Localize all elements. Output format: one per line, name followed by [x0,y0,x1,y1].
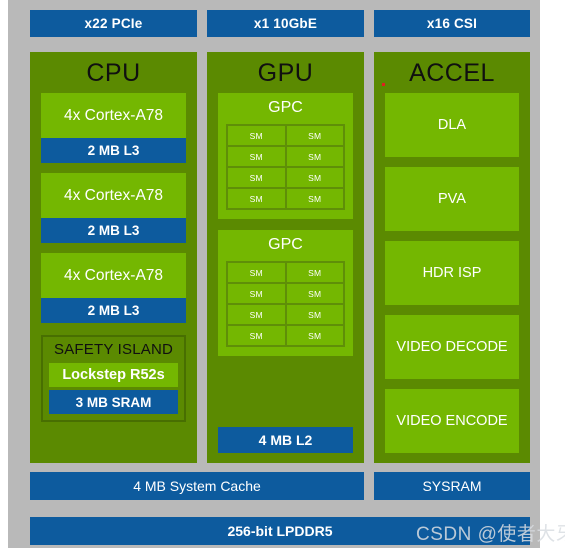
gpu-column: GPU GPC SM SM SM SM SM SM SM SM GPC SM S… [207,52,364,463]
sm-unit: SM [228,189,285,209]
cpu-l3-cache: 2 MB L3 [41,138,186,164]
cache-row: 4 MB System Cache SYSRAM [30,472,530,500]
accel-column: ACCEL DLA PVA HDR ISP VIDEO DECODE VIDEO… [374,52,530,463]
gpu-body: GPC SM SM SM SM SM SM SM SM GPC SM SM SM… [207,93,364,463]
safety-island-block: SAFETY ISLAND Lockstep R52s 3 MB SRAM [41,335,186,423]
sm-grid: SM SM SM SM SM SM SM SM [226,124,345,211]
red-dot-marker [382,83,385,86]
gpu-gpc-block: GPC SM SM SM SM SM SM SM SM [218,230,353,357]
accel-block-video-decode: VIDEO DECODE [385,315,519,380]
accel-block-hdr-isp: HDR ISP [385,241,519,306]
cpu-title: CPU [86,59,141,87]
io-bar-csi: x16 CSI [374,10,530,37]
sm-unit: SM [228,326,285,346]
sm-unit: SM [286,168,343,188]
accel-block-video-encode: VIDEO ENCODE [385,389,519,454]
sm-unit: SM [228,126,285,146]
accel-title: ACCEL [409,59,495,87]
sm-unit: SM [286,305,343,325]
sm-unit: SM [228,305,285,325]
soc-block-diagram-panel: x22 PCIe x1 10GbE x16 CSI CPU 4x Cortex-… [8,0,565,548]
sm-unit: SM [286,126,343,146]
gpu-gpc-block: GPC SM SM SM SM SM SM SM SM [218,93,353,220]
sm-unit: SM [286,326,343,346]
sysram-bar: SYSRAM [374,472,530,500]
safety-island-sram: 3 MB SRAM [49,390,178,415]
system-cache-bar: 4 MB System Cache [30,472,364,500]
cpu-core-block: 4x Cortex-A78 [41,93,186,139]
sm-grid: SM SM SM SM SM SM SM SM [226,261,345,348]
sm-unit: SM [286,263,343,283]
cpu-core-block: 4x Cortex-A78 [41,173,186,219]
accel-block-pva: PVA [385,167,519,232]
cpu-body: 4x Cortex-A78 2 MB L3 4x Cortex-A78 2 MB… [30,93,197,463]
safety-island-lockstep: Lockstep R52s [49,363,178,388]
sm-unit: SM [228,147,285,167]
cpu-l3-cache: 2 MB L3 [41,218,186,244]
lpddr5-memory-bar: 256-bit LPDDR5 [30,517,530,545]
sm-unit: SM [228,284,285,304]
accel-body: DLA PVA HDR ISP VIDEO DECODE VIDEO ENCOD… [374,93,530,463]
cpu-l3-cache: 2 MB L3 [41,298,186,324]
gpc-title: GPC [268,99,303,117]
io-bar-pcie: x22 PCIe [30,10,197,37]
io-bar-ethernet: x1 10GbE [207,10,364,37]
accel-block-dla: DLA [385,93,519,158]
safety-island-title: SAFETY ISLAND [53,341,174,359]
sm-unit: SM [228,263,285,283]
sm-unit: SM [228,168,285,188]
io-interface-row: x22 PCIe x1 10GbE x16 CSI [30,10,530,37]
gpu-l2-cache: 4 MB L2 [218,427,353,453]
cpu-cluster: 4x Cortex-A78 2 MB L3 [41,173,186,244]
sm-unit: SM [286,147,343,167]
cpu-cluster: 4x Cortex-A78 2 MB L3 [41,253,186,324]
sm-unit: SM [286,284,343,304]
gpc-title: GPC [268,236,303,254]
sm-unit: SM [286,189,343,209]
cpu-core-block: 4x Cortex-A78 [41,253,186,299]
cpu-cluster: 4x Cortex-A78 2 MB L3 [41,93,186,164]
cpu-column: CPU 4x Cortex-A78 2 MB L3 4x Cortex-A78 … [30,52,197,463]
main-block-columns: CPU 4x Cortex-A78 2 MB L3 4x Cortex-A78 … [30,52,530,463]
gpu-title: GPU [257,59,314,87]
